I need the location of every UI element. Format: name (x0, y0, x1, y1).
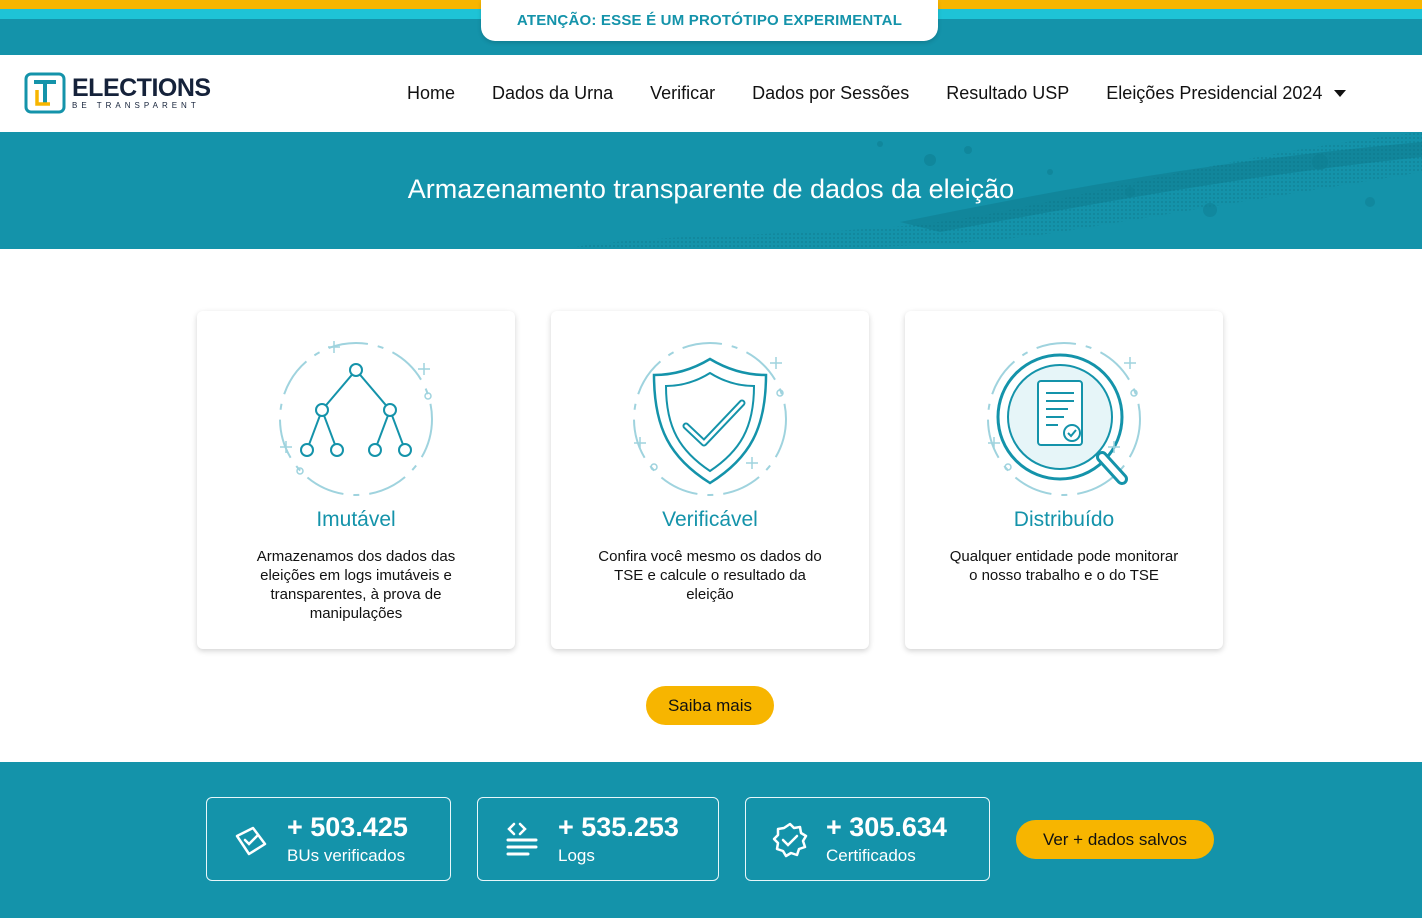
tree-network-icon (279, 341, 433, 496)
nav-dados-da-urna[interactable]: Dados da Urna (492, 83, 613, 104)
nav-verificar[interactable]: Verificar (650, 83, 715, 104)
magnifier-document-icon (987, 342, 1141, 496)
caret-down-icon (1334, 90, 1347, 97)
stat-label: BUs verificados (287, 846, 406, 865)
saiba-mais-button[interactable]: Saiba mais (646, 686, 774, 725)
hero-banner: Armazenamento transparente de dados da e… (0, 132, 1422, 249)
feature-card-imutavel: Imutável Armazenamos dos dados das eleiç… (197, 311, 515, 649)
stat-value: + 535.253 (558, 812, 679, 842)
nav-eleicoes-dropdown[interactable]: Eleições Presidencial 2024 (1106, 83, 1347, 104)
features-section: Imutável Armazenamos dos dados das eleiç… (197, 311, 1223, 649)
feature-card-verificavel: Verificável Confira você mesmo os dados … (551, 311, 869, 649)
hero-title: Armazenamento transparente de dados da e… (407, 174, 1015, 204)
prototype-alert: ATENÇÃO: ESSE É UM PROTÓTIPO EXPERIMENTA… (481, 0, 938, 41)
nav-eleicoes-label: Eleições Presidencial 2024 (1106, 83, 1323, 103)
feature-description: Armazenamos dos dados das eleições em lo… (256, 548, 456, 622)
stat-label: Logs (558, 846, 595, 865)
shield-check-icon (633, 342, 787, 496)
feature-title: Distribuído (1013, 508, 1115, 531)
logo-title: ELECTIONS (72, 73, 211, 102)
badge-check-icon (772, 822, 808, 858)
prototype-alert-text: ATENÇÃO: ESSE É UM PROTÓTIPO EXPERIMENTA… (516, 12, 903, 29)
stat-value: + 305.634 (826, 812, 947, 842)
ver-dados-salvos-button[interactable]: Ver + dados salvos (1016, 820, 1214, 859)
logo-text: ELECTIONS BE TRANSPARENT (72, 73, 211, 111)
nav-resultado-usp[interactable]: Resultado USP (946, 83, 1069, 104)
stats-section: + 503.425 BUs verificados + 535.253 Logs… (0, 762, 1422, 918)
stat-label: Certificados (826, 846, 916, 865)
stat-bus-verificados: + 503.425 BUs verificados (206, 797, 451, 881)
ballot-check-icon (235, 826, 267, 856)
nav-dados-por-sessoes[interactable]: Dados por Sessões (752, 83, 909, 104)
feature-title: Imutável (316, 508, 396, 531)
logo-subtitle: BE TRANSPARENT (72, 100, 200, 110)
logo-mark-icon (24, 72, 66, 114)
stat-certificados: + 305.634 Certificados (745, 797, 990, 881)
code-lines-icon (506, 822, 538, 856)
feature-description: Qualquer entidade pode monitorar o nosso… (949, 548, 1179, 584)
feature-title: Verificável (662, 508, 758, 531)
nav-links: Home Dados da Urna Verificar Dados por S… (407, 55, 1347, 132)
stat-logs: + 535.253 Logs (477, 797, 719, 881)
feature-card-distribuido: Distribuído Qualquer entidade pode monit… (905, 311, 1223, 649)
stat-value: + 503.425 (287, 812, 408, 842)
logo[interactable]: ELECTIONS BE TRANSPARENT (24, 72, 211, 114)
navbar: ELECTIONS BE TRANSPARENT Home Dados da U… (0, 55, 1422, 132)
nav-home[interactable]: Home (407, 83, 455, 104)
feature-description: Confira você mesmo os dados do TSE e cal… (598, 548, 822, 603)
